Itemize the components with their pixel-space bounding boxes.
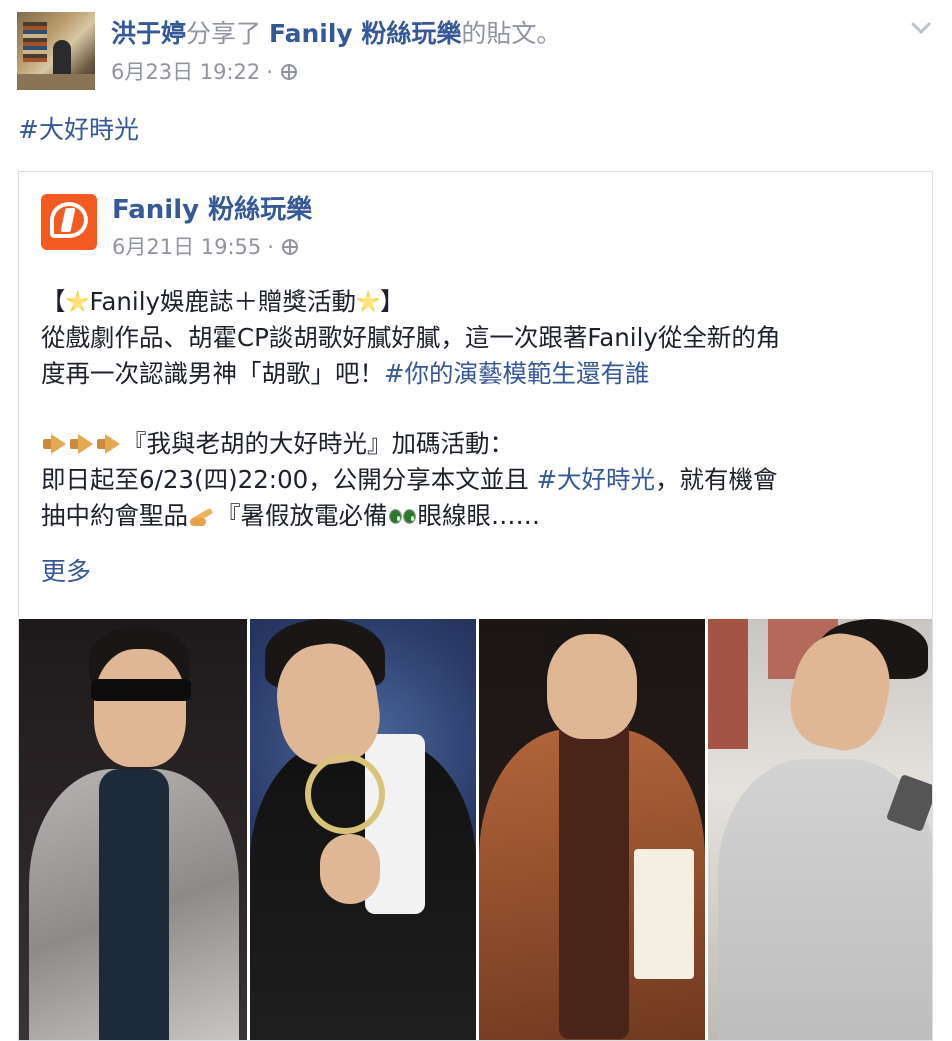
hashtag-link[interactable]: #你的演藝模範生還有誰 [384, 359, 650, 388]
face-shape [547, 634, 637, 739]
globe-icon[interactable] [280, 64, 297, 80]
sharer-avatar[interactable] [17, 12, 95, 90]
meta-separator: · [267, 235, 274, 259]
globe-icon[interactable] [281, 239, 298, 255]
body-text: 眼線眼…… [417, 501, 541, 530]
shared-page-link[interactable]: Fanily 粉絲玩樂 [269, 19, 461, 48]
avatar-bookshelf [23, 22, 47, 62]
script-pages-shape [634, 849, 694, 979]
eyes-icon [388, 504, 418, 528]
body-line-4: 『我與老胡的大好時光』加碼活動： [41, 426, 911, 462]
body-text: 抽中約會聖品 [41, 501, 188, 530]
scarf-shape [559, 719, 629, 1039]
shared-post-body: 【 Fanily娛鹿誌＋贈獎活動】 從戲劇作品、胡霍CP談胡歌好膩好膩，這一次跟著… [41, 284, 911, 534]
see-more-link[interactable]: 更多 [41, 554, 91, 590]
share-headline: 洪于婷分享了 Fanily 粉絲玩樂的貼文。 [111, 17, 561, 51]
body-line-2: 從戲劇作品、胡霍CP談胡歌好膩好膩，這一次跟著Fanily從全新的角 [41, 323, 781, 352]
body-text: 度再一次認識男神「胡歌」吧！ [41, 359, 384, 388]
trophy-shape [305, 754, 385, 834]
post-timestamp-link[interactable]: 6月23日 19:22 [111, 57, 260, 87]
shared-post-meta: 6月21日 19:55 · [112, 232, 298, 262]
chevron-down-icon[interactable] [910, 20, 932, 36]
glowing-star-icon [356, 290, 380, 312]
photo-1[interactable] [19, 619, 247, 1040]
glowing-star-icon [65, 290, 90, 312]
body-text: 『我與老胡的大好時光』加碼活動： [122, 429, 514, 458]
avatar-figure [53, 40, 71, 78]
post-meta: 6月23日 19:22 · [111, 57, 297, 87]
avatar-floor [17, 74, 95, 90]
post-header: 洪于婷分享了 Fanily 粉絲玩樂的貼文。 6月23日 19:22 · [17, 12, 938, 92]
photo-4[interactable] [708, 619, 932, 1040]
face-shape [94, 649, 186, 767]
shared-page-name-link[interactable]: Fanily 粉絲玩樂 [112, 192, 312, 228]
photo-strip [19, 619, 932, 1040]
bracket-open: 【 [41, 287, 66, 316]
shared-suffix: 的貼文。 [461, 19, 562, 48]
page-logo[interactable] [41, 194, 97, 250]
body-line-3: 度再一次認識男神「胡歌」吧！#你的演藝模範生還有誰 [41, 356, 911, 392]
body-text: ，就有機會 [655, 465, 778, 494]
loudspeaker-icon [68, 432, 95, 456]
photo-3[interactable] [479, 619, 705, 1040]
hand-shape [320, 834, 380, 904]
sharer-name-link[interactable]: 洪于婷 [111, 19, 186, 48]
body-line-6: 抽中約會聖品 『暑假放電必備 眼線眼…… [41, 498, 911, 534]
shared-verb: 分享了 [186, 19, 262, 48]
body-text: 『暑假放電必備 [216, 501, 388, 530]
building-shape [708, 619, 748, 749]
hashtag-link[interactable]: #大好時光 [537, 465, 656, 494]
body-text: 即日起至6/23(四)22:00，公開分享本文並且 [41, 465, 537, 494]
loudspeaker-icon [95, 432, 122, 456]
meta-separator: · [266, 60, 273, 84]
writing-hand-icon [188, 504, 216, 528]
shirt-shape [99, 769, 169, 1040]
shared-post-card: Fanily 粉絲玩樂 6月21日 19:55 · 【 Fanily娛鹿誌＋贈獎活… [18, 171, 933, 1041]
photo-2[interactable] [250, 619, 476, 1040]
sunglasses-shape [91, 679, 191, 701]
body-line-1: 【 Fanily娛鹿誌＋贈獎活動】 [41, 284, 911, 320]
loudspeaker-icon [41, 432, 68, 456]
body-title-text: Fanily娛鹿誌＋贈獎活動 [89, 287, 357, 316]
body-line-5: 即日起至6/23(四)22:00，公開分享本文並且 #大好時光，就有機會 [41, 462, 911, 498]
caption-hashtag-link[interactable]: #大好時光 [18, 112, 139, 148]
bracket-close: 】 [380, 287, 405, 316]
shared-post-timestamp-link[interactable]: 6月21日 19:55 [112, 232, 261, 262]
